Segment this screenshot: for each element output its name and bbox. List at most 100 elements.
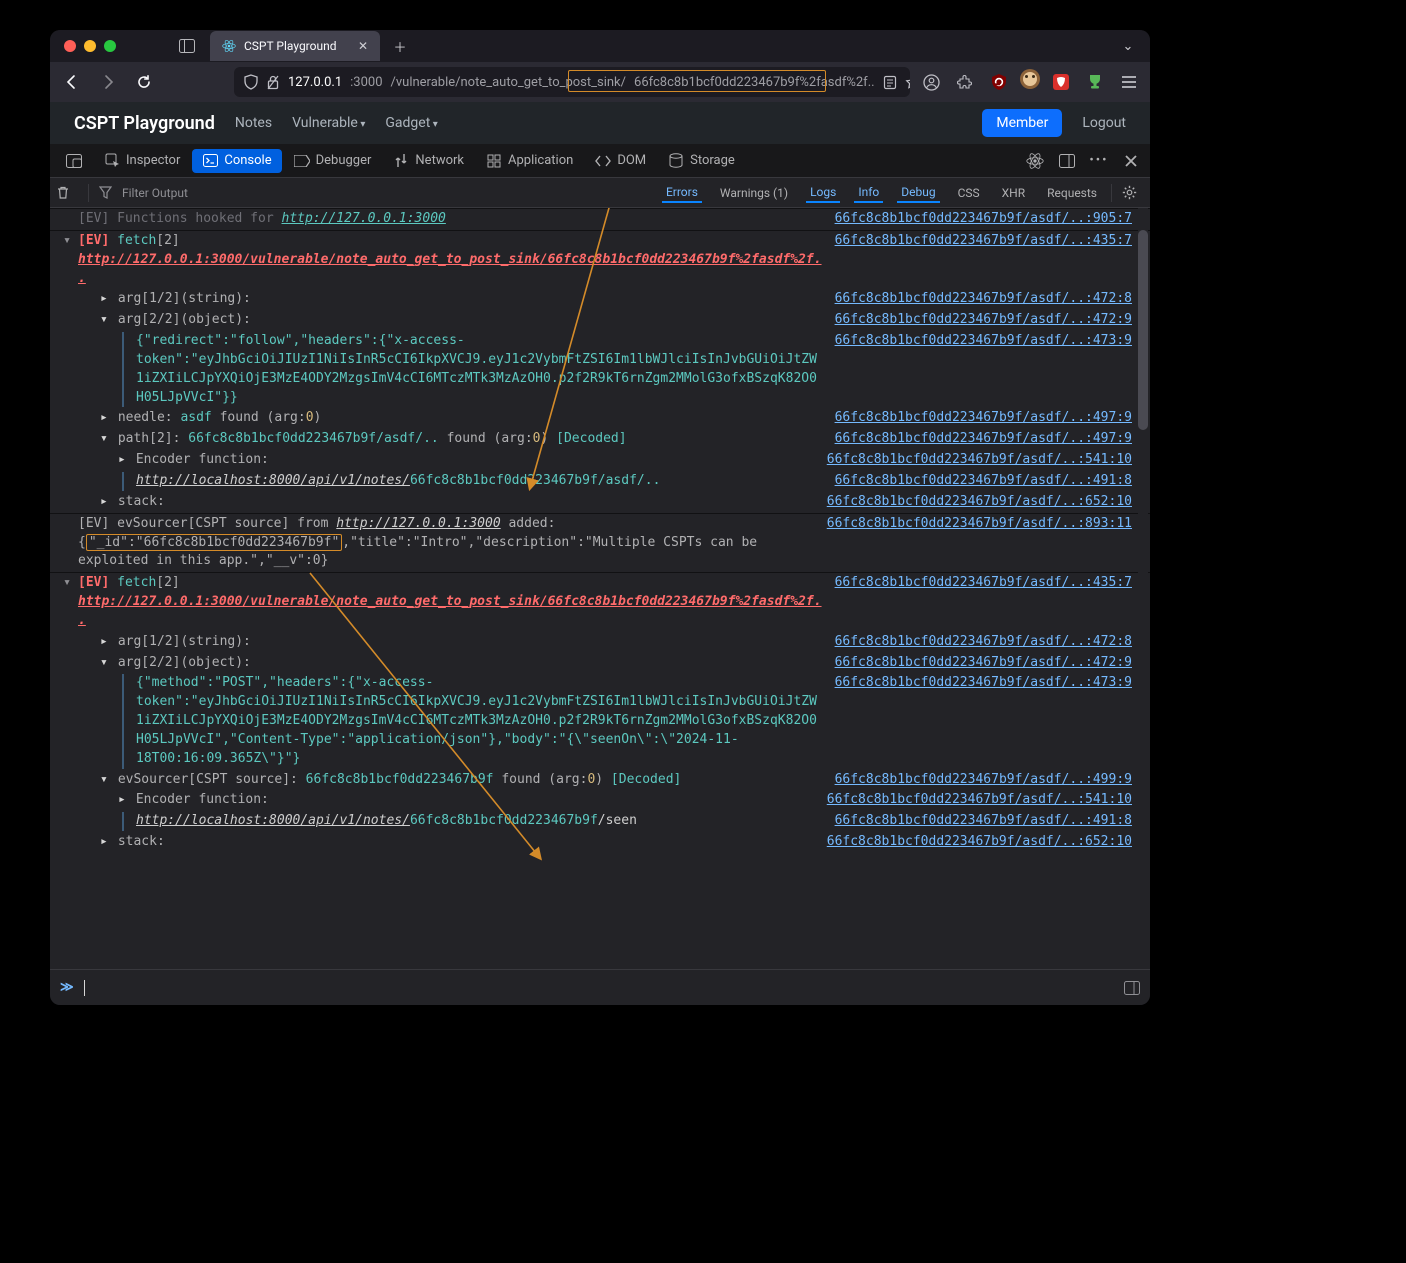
source-link[interactable]: 66fc8c8b1bcf0dd223467b9f/asdf/..:491:8: [835, 812, 1132, 831]
clear-console-icon[interactable]: [56, 185, 78, 200]
twisty-icon[interactable]: ▸: [100, 290, 110, 309]
split-console-icon[interactable]: [1124, 981, 1140, 995]
link[interactable]: http://127.0.0.1:3000/vulnerable/note_au…: [78, 252, 822, 286]
nav-gadget[interactable]: Gadget: [385, 115, 437, 131]
app-menu-icon[interactable]: [1116, 69, 1142, 95]
nav-notes[interactable]: Notes: [235, 115, 272, 131]
source-link[interactable]: 66fc8c8b1bcf0dd223467b9f/asdf/..:652:10: [827, 833, 1132, 852]
console-row: ▾ evSourcer[CSPT source]: 66fc8c8b1bcf0d…: [50, 770, 1150, 791]
devtools-dom-tab[interactable]: DOM: [585, 149, 656, 173]
nav-vulnerable[interactable]: Vulnerable: [292, 115, 365, 131]
bookmark-star-icon[interactable]: [905, 75, 910, 90]
source-link[interactable]: 66fc8c8b1bcf0dd223467b9f/asdf/..:435:7: [835, 232, 1132, 289]
chip-warnings[interactable]: Warnings (1): [716, 184, 792, 202]
twisty-icon[interactable]: ▸: [100, 633, 110, 652]
console-output: [EV] Functions hooked for http://127.0.0…: [50, 208, 1150, 969]
chip-requests[interactable]: Requests: [1043, 184, 1101, 202]
tab-close-icon[interactable]: ✕: [358, 39, 368, 53]
twisty-icon[interactable]: ▾: [62, 232, 72, 251]
source-link[interactable]: 66fc8c8b1bcf0dd223467b9f/asdf/..:652:10: [827, 493, 1132, 512]
devtools-storage-tab[interactable]: Storage: [658, 149, 745, 173]
twisty-icon[interactable]: ▾: [100, 311, 110, 330]
nav-toolbar: 127.0.0.1:3000/vulnerable/note_auto_get_…: [50, 62, 1150, 102]
twisty-icon[interactable]: ▸: [100, 409, 110, 428]
console-input-row[interactable]: ≫: [50, 969, 1150, 1005]
devtools-application-tab[interactable]: Application: [476, 149, 583, 173]
devtools-dock-icon[interactable]: [1054, 148, 1080, 174]
source-link[interactable]: 66fc8c8b1bcf0dd223467b9f/asdf/..:497:9: [835, 409, 1132, 428]
twisty-icon[interactable]: ▸: [100, 833, 110, 852]
devtools-iframe-picker[interactable]: [56, 149, 92, 173]
back-button[interactable]: [58, 68, 86, 96]
source-link[interactable]: 66fc8c8b1bcf0dd223467b9f/asdf/..:905:7: [835, 210, 1132, 229]
source-link[interactable]: 66fc8c8b1bcf0dd223467b9f/asdf/..:541:10: [827, 451, 1132, 470]
reader-mode-icon[interactable]: [883, 75, 897, 90]
address-bar[interactable]: 127.0.0.1:3000/vulnerable/note_auto_get_…: [234, 67, 910, 97]
page-brand[interactable]: CSPT Playground: [74, 113, 215, 134]
forward-button[interactable]: [94, 68, 122, 96]
source-link[interactable]: 66fc8c8b1bcf0dd223467b9f/asdf/..:472:9: [835, 654, 1132, 673]
chip-info[interactable]: Info: [854, 183, 883, 203]
new-tab-button[interactable]: ＋: [388, 37, 412, 56]
console-row: ▾ [EV] fetch[2] http://127.0.0.1:3000/vu…: [50, 572, 1150, 632]
scrollbar[interactable]: [1138, 208, 1148, 969]
source-link[interactable]: 66fc8c8b1bcf0dd223467b9f/asdf/..:893:11: [827, 515, 1132, 572]
twisty-icon[interactable]: ▾: [100, 654, 110, 673]
close-window-button[interactable]: [64, 40, 76, 52]
list-all-tabs-button[interactable]: ⌄: [1116, 39, 1140, 54]
source-link[interactable]: 66fc8c8b1bcf0dd223467b9f/asdf/..:541:10: [827, 791, 1132, 810]
browser-tab[interactable]: CSPT Playground ✕: [210, 31, 380, 61]
twisty-icon[interactable]: ▸: [118, 451, 128, 470]
source-link[interactable]: 66fc8c8b1bcf0dd223467b9f/asdf/..:491:8: [835, 472, 1132, 491]
console-settings-icon[interactable]: [1122, 185, 1144, 200]
source-link[interactable]: 66fc8c8b1bcf0dd223467b9f/asdf/..:472:8: [835, 633, 1132, 652]
source-link[interactable]: 66fc8c8b1bcf0dd223467b9f/asdf/..:435:7: [835, 574, 1132, 631]
filter-funnel-icon[interactable]: [99, 186, 112, 199]
scrollbar-thumb[interactable]: [1138, 230, 1148, 430]
devtools-debugger-tab[interactable]: Debugger: [284, 149, 382, 173]
console-row: http://localhost:8000/api/v1/notes/66fc8…: [50, 811, 1150, 832]
source-link[interactable]: 66fc8c8b1bcf0dd223467b9f/asdf/..:499:9: [835, 771, 1132, 790]
link[interactable]: http://127.0.0.1:3000: [282, 211, 446, 226]
lock-icon[interactable]: [266, 75, 280, 90]
twisty-icon[interactable]: ▸: [118, 791, 128, 810]
shield-icon[interactable]: [244, 74, 258, 90]
devtools-close-icon[interactable]: [1118, 148, 1144, 174]
sidebar-icon[interactable]: [176, 35, 198, 57]
extensions-icon[interactable]: [952, 69, 978, 95]
account-icon[interactable]: [918, 69, 944, 95]
reload-button[interactable]: [130, 68, 158, 96]
devtools-inspector-tab[interactable]: Inspector: [94, 149, 190, 173]
chip-xhr[interactable]: XHR: [998, 184, 1029, 202]
link[interactable]: http://localhost:8000/api/v1/notes/: [136, 813, 410, 828]
twisty-icon[interactable]: ▾: [100, 771, 110, 790]
chip-debug[interactable]: Debug: [897, 183, 939, 203]
source-link[interactable]: 66fc8c8b1bcf0dd223467b9f/asdf/..:472:8: [835, 290, 1132, 309]
ext-ublock-icon[interactable]: [986, 69, 1012, 95]
devtools-console-tab[interactable]: Console: [192, 149, 281, 173]
zoom-window-button[interactable]: [104, 40, 116, 52]
source-link[interactable]: 66fc8c8b1bcf0dd223467b9f/asdf/..:473:9: [835, 332, 1132, 407]
twisty-icon[interactable]: ▸: [100, 493, 110, 512]
twisty-icon[interactable]: ▾: [100, 430, 110, 449]
minimize-window-button[interactable]: [84, 40, 96, 52]
filter-input[interactable]: Filter Output: [122, 186, 302, 200]
source-link[interactable]: 66fc8c8b1bcf0dd223467b9f/asdf/..:473:9: [835, 674, 1132, 768]
source-link[interactable]: 66fc8c8b1bcf0dd223467b9f/asdf/..:497:9: [835, 430, 1132, 449]
devtools-meatball-icon[interactable]: •••: [1086, 148, 1112, 174]
devtools-network-tab[interactable]: Network: [383, 149, 474, 173]
link[interactable]: http://127.0.0.1:3000/vulnerable/note_au…: [78, 594, 822, 628]
ext-red-icon[interactable]: [1048, 69, 1074, 95]
twisty-icon[interactable]: ▾: [62, 574, 72, 593]
link[interactable]: http://localhost:8000/api/v1/notes/: [136, 473, 410, 488]
chip-logs[interactable]: Logs: [806, 183, 840, 203]
devtools-react-icon[interactable]: [1022, 148, 1048, 174]
chip-errors[interactable]: Errors: [662, 183, 702, 203]
ext-monkey-icon[interactable]: [1020, 69, 1040, 89]
link[interactable]: http://127.0.0.1:3000: [336, 516, 500, 531]
member-button[interactable]: Member: [982, 109, 1062, 137]
logout-link[interactable]: Logout: [1082, 115, 1126, 131]
chip-css[interactable]: CSS: [954, 184, 984, 202]
source-link[interactable]: 66fc8c8b1bcf0dd223467b9f/asdf/..:472:9: [835, 311, 1132, 330]
ext-trophy-icon[interactable]: [1082, 69, 1108, 95]
